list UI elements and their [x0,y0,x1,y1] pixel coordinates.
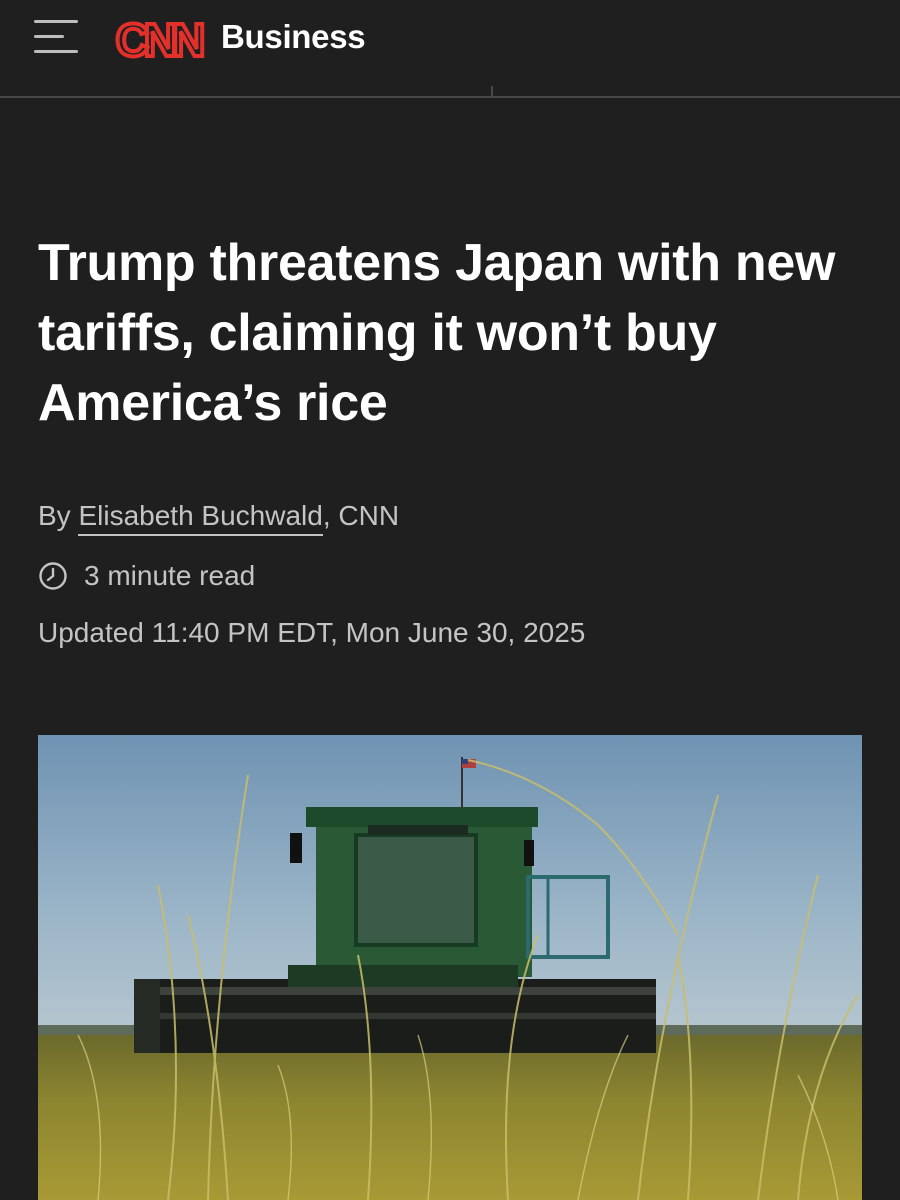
rice-harvest-photo [38,735,862,1200]
byline-source: , CNN [322,500,400,531]
clock-icon [39,562,67,590]
read-time-label: 3 minute read [84,560,256,591]
article-headline: Trump threatens Japan with new tariffs, … [38,234,836,432]
cnn-logo[interactable]: CNN [102,13,214,67]
byline-prefix: By [38,500,71,531]
menu-icon[interactable] [34,20,78,54]
read-time: 3 minute read [38,560,255,592]
byline: By Elisabeth Buchwald, CNN [38,500,400,536]
logo-text: CNN [116,14,203,66]
hero-image[interactable] [38,735,862,1200]
top-navigation-bar: CNN Business [0,0,900,96]
updated-timestamp: Updated 11:40 PM EDT, Mon June 30, 2025 [38,617,586,648]
author-link[interactable]: Elisabeth Buchwald [78,500,323,536]
header-divider [0,96,900,98]
section-title[interactable]: Business [221,18,366,56]
header-divider-tick [491,86,493,96]
